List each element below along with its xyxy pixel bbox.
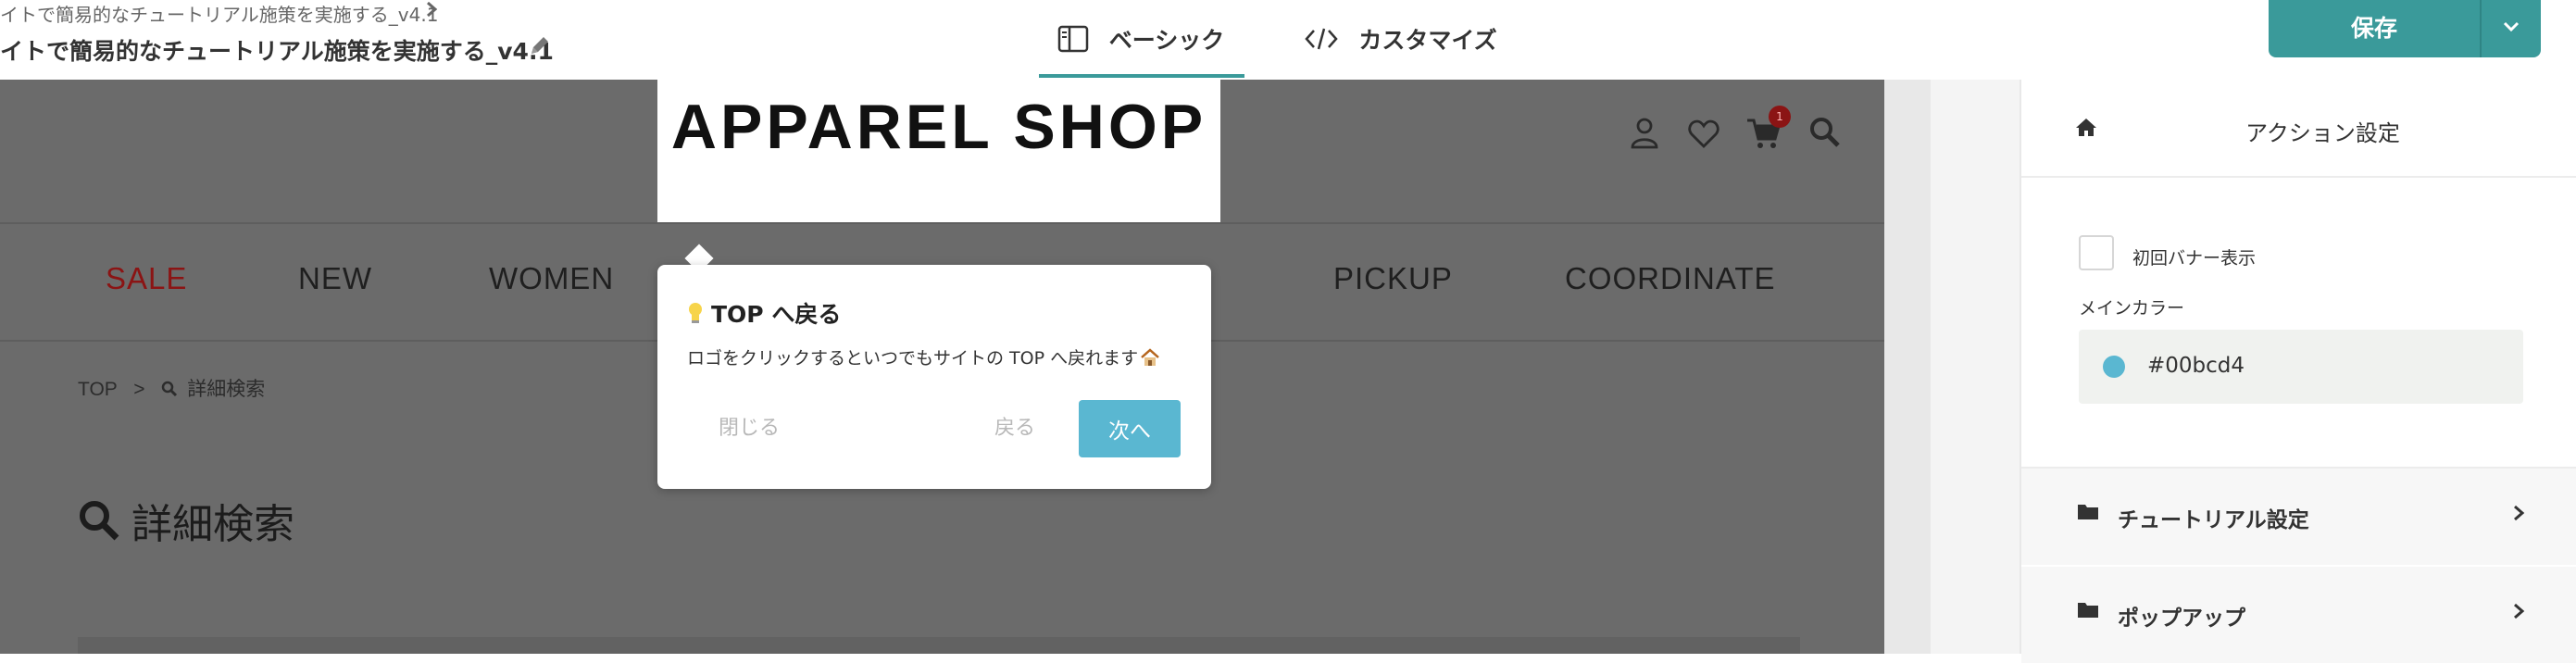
chevron-down-icon: [2503, 21, 2520, 32]
main-color-field[interactable]: #00bcd4: [2079, 330, 2523, 404]
pencil-icon[interactable]: [528, 33, 552, 57]
user-icon[interactable]: [1630, 117, 1659, 150]
heart-icon[interactable]: [1687, 117, 1720, 150]
chevron-right-icon: [427, 1, 438, 18]
site-logo[interactable]: APPAREL SHOP: [657, 80, 1220, 224]
popup-body-text: ロゴをクリックするといつでもサイトの TOP へ戻れます: [687, 348, 1139, 369]
accordion-label: ポップアップ: [2118, 607, 2245, 631]
tab-customize[interactable]: カスタマイズ: [1285, 0, 1517, 78]
cart-badge: 1: [1769, 106, 1791, 128]
color-swatch[interactable]: [2103, 356, 2125, 378]
main-color-label: メインカラー: [2079, 298, 2185, 319]
page-title: 詳細検索: [78, 491, 294, 550]
lightbulb-icon: [689, 303, 702, 323]
tutorial-popup: TOP へ戻る ロゴをクリックするといつでもサイトの TOP へ戻れます 閉じる…: [657, 265, 1211, 489]
tab-basic[interactable]: ベーシック: [1039, 0, 1243, 78]
chevron-right-icon: [2514, 505, 2525, 521]
popup-back-button[interactable]: 戻る: [994, 411, 1035, 441]
panel-title: アクション設定: [2245, 120, 2400, 146]
popup-close-button[interactable]: 閉じる: [719, 411, 780, 441]
site-preview: APPAREL SHOP 1 SALE NEW WOMEN PICKUP COO…: [0, 80, 1884, 654]
first-banner-checkbox[interactable]: [2079, 235, 2114, 270]
popup-title: TOP へ戻る: [687, 296, 841, 330]
logo-text: APPAREL SHOP: [670, 92, 1207, 162]
search-icon: [162, 381, 178, 397]
save-button[interactable]: 保存: [2269, 0, 2480, 54]
breadcrumb[interactable]: イトで簡易的なチュートリアル施策を実施する_v4.1: [0, 0, 438, 27]
nav-item-new[interactable]: NEW: [298, 261, 372, 296]
breadcrumb-top-link[interactable]: TOP: [78, 379, 117, 400]
popup-title-text: TOP へ戻る: [711, 301, 842, 328]
preview-breadcrumb: TOP > 詳細検索: [78, 374, 265, 402]
nav-item-pickup[interactable]: PICKUP: [1333, 261, 1453, 296]
accordion-label: チュートリアル設定: [2118, 508, 2309, 532]
main-color-value: #00bcd4: [2147, 354, 2245, 378]
tab-basic-label: ベーシック: [1108, 27, 1225, 54]
nav-item-women[interactable]: WOMEN: [489, 261, 614, 296]
folder-icon: [2078, 505, 2098, 519]
search-icon: [80, 501, 119, 541]
top-bar: イトで簡易的なチュートリアル施策を実施する_v4.1 イトで簡易的なチュートリア…: [0, 0, 2576, 81]
popup-body: ロゴをクリックするといつでもサイトの TOP へ戻れます: [687, 344, 1160, 369]
nav-divider-top: [0, 222, 1884, 224]
nav-item-sale[interactable]: SALE: [106, 261, 187, 296]
panel-margin: [1931, 80, 2020, 654]
popup-next-button[interactable]: 次へ: [1079, 400, 1181, 457]
accordion-popup[interactable]: ポップアップ: [2021, 567, 2576, 663]
save-button-group: 保存: [2269, 0, 2541, 57]
first-banner-label: 初回バナー表示: [2132, 248, 2257, 269]
sidebar-layout-icon: [1057, 25, 1088, 53]
code-icon: [1305, 28, 1339, 50]
panel-header: アクション設定: [2021, 80, 2576, 178]
settings-panel: アクション設定 初回バナー表示 メインカラー #00bcd4 チュートリアル設定…: [2020, 80, 2576, 663]
breadcrumb-current: 詳細検索: [187, 379, 266, 400]
house-icon: [1141, 347, 1159, 366]
project-title: イトで簡易的なチュートリアル施策を実施する_v4.1: [0, 38, 554, 65]
folder-icon: [2078, 603, 2098, 618]
content-strip: [78, 637, 1800, 654]
page-title-text: 詳細検索: [131, 501, 294, 548]
nav-item-coordinate[interactable]: COORDINATE: [1565, 261, 1776, 296]
accordion-tutorial-settings[interactable]: チュートリアル設定: [2021, 469, 2576, 565]
active-tab-indicator: [1039, 74, 1244, 78]
search-icon[interactable]: [1809, 117, 1841, 148]
save-options-button[interactable]: [2482, 0, 2541, 54]
breadcrumb-separator: >: [133, 379, 145, 400]
preview-scroll-gutter: [1884, 80, 1931, 654]
tab-customize-label: カスタマイズ: [1358, 27, 1497, 54]
chevron-right-icon: [2514, 603, 2525, 619]
